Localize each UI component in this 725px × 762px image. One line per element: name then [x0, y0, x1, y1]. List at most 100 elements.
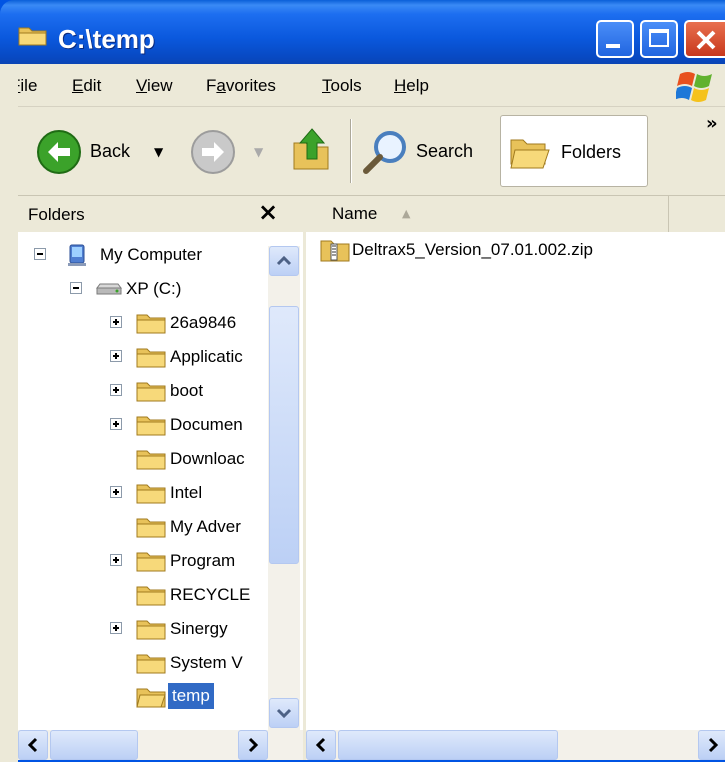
title-bar[interactable]: C:\temp	[0, 0, 725, 64]
forward-dropdown-icon[interactable]: ▼	[254, 145, 263, 159]
folder-icon	[136, 382, 166, 402]
tree-item-folder[interactable]: Program	[18, 546, 278, 576]
tree-item-folder[interactable]: My Adver	[18, 512, 278, 542]
computer-icon	[68, 244, 86, 266]
close-button[interactable]	[684, 20, 725, 58]
scroll-left-button[interactable]	[306, 730, 336, 760]
back-label: Back	[90, 141, 131, 161]
expand-icon[interactable]	[110, 418, 122, 430]
zip-icon	[320, 240, 350, 262]
maximize-button[interactable]	[640, 20, 678, 58]
chevron-up-icon	[276, 255, 292, 266]
folder-tree-horizontal-scrollbar[interactable]	[18, 730, 303, 760]
scroll-up-button[interactable]	[269, 246, 299, 276]
menu-favorites[interactable]: Favorites	[206, 76, 276, 96]
tree-item-temp-selected[interactable]: temp	[18, 682, 278, 712]
back-button[interactable]: Back ▼	[10, 121, 180, 181]
folder-icon	[136, 450, 166, 470]
menu-view[interactable]: View	[136, 76, 173, 96]
folder-icon	[136, 518, 166, 538]
tree-item-label: RECYCLE	[170, 585, 251, 604]
tree-item-label: Program	[170, 551, 236, 570]
toolbar-overflow-button[interactable]: »	[706, 113, 718, 134]
search-icon	[363, 131, 406, 174]
tree-item-folder[interactable]: Applicatic	[18, 342, 278, 372]
close-pane-button[interactable]: ×	[258, 198, 278, 226]
forward-button[interactable]: ▼	[188, 121, 270, 181]
minimize-button[interactable]	[596, 20, 634, 58]
expand-icon[interactable]	[110, 554, 122, 566]
scroll-thumb[interactable]	[338, 730, 558, 760]
tree-item-label: Applicatic	[170, 347, 243, 366]
tree-item-folder[interactable]: System V	[18, 648, 278, 678]
tree-item-drive-c[interactable]: XP (C:)	[18, 274, 278, 304]
folders-pane-title: Folders	[28, 205, 85, 224]
menu-help[interactable]: Help	[394, 76, 429, 96]
search-button[interactable]: Search	[360, 121, 490, 181]
folder-icon	[136, 314, 166, 334]
column-header-name[interactable]: Name ▲	[306, 196, 669, 232]
file-list: Deltrax5_Version_07.01.002.zip	[306, 232, 725, 730]
scroll-thumb[interactable]	[269, 306, 299, 564]
file-list-horizontal-scrollbar[interactable]	[306, 730, 725, 760]
tree-item-label: Documen	[170, 415, 243, 434]
toolbar: Back ▼ ▼ Search Folders »	[0, 107, 725, 196]
folder-icon	[136, 620, 166, 640]
chevron-left-icon	[315, 737, 326, 753]
tree-item-label: System V	[170, 653, 243, 672]
expand-icon[interactable]	[110, 384, 122, 396]
close-icon	[696, 30, 716, 50]
chevron-left-icon	[27, 737, 38, 753]
forward-arrow-icon	[191, 130, 235, 174]
folder-icon	[136, 586, 166, 606]
windows-logo-icon	[676, 72, 712, 102]
back-dropdown-icon[interactable]: ▼	[154, 145, 163, 159]
tree-item-label: XP (C:)	[126, 279, 182, 298]
scroll-right-button[interactable]	[698, 730, 725, 760]
file-item[interactable]: Deltrax5_Version_07.01.002.zip	[314, 236, 674, 266]
scroll-left-button[interactable]	[18, 730, 48, 760]
tree-item-label: My Adver	[170, 517, 241, 536]
folder-icon	[136, 416, 166, 436]
folder-tree-vertical-scrollbar[interactable]	[268, 246, 300, 730]
up-button[interactable]	[288, 119, 338, 179]
file-name: Deltrax5_Version_07.01.002.zip	[352, 240, 593, 259]
expand-icon[interactable]	[110, 622, 122, 634]
expand-icon[interactable]	[110, 316, 122, 328]
folder-tree: My Computer XP (C:) 26a9846 Applicatic b…	[18, 232, 303, 730]
folders-pane-header: Folders ×	[18, 196, 303, 233]
toolbar-separator	[350, 119, 352, 183]
scroll-right-button[interactable]	[238, 730, 268, 760]
expand-icon[interactable]	[110, 486, 122, 498]
column-name-label: Name	[332, 204, 378, 223]
tree-item-folder[interactable]: Downloac	[18, 444, 278, 474]
sort-ascending-icon: ▲	[402, 207, 411, 220]
tree-item-folder[interactable]: Intel	[18, 478, 278, 508]
folders-button[interactable]: Folders	[500, 115, 648, 187]
search-label: Search	[416, 141, 474, 161]
tree-item-folder[interactable]: boot	[18, 376, 278, 406]
tree-item-label: 26a9846	[170, 313, 237, 332]
window-frame-left	[0, 64, 18, 762]
tree-item-folder[interactable]: 26a9846	[18, 308, 278, 338]
menu-bar: File Edit View Favorites Tools Help	[0, 64, 725, 107]
tree-item-label: Downloac	[170, 449, 245, 468]
menu-tools[interactable]: Tools	[322, 76, 362, 96]
tree-item-folder[interactable]: Documen	[18, 410, 278, 440]
tree-item-label: My Computer	[100, 245, 203, 264]
scroll-thumb[interactable]	[50, 730, 138, 760]
tree-item-folder[interactable]: RECYCLE	[18, 580, 278, 610]
expand-icon[interactable]	[110, 350, 122, 362]
back-arrow-icon	[37, 130, 81, 174]
folder-icon	[136, 654, 166, 674]
tree-item-folder[interactable]: Sinergy	[18, 614, 278, 644]
menu-edit[interactable]: Edit	[72, 76, 101, 96]
collapse-icon[interactable]	[70, 282, 82, 294]
collapse-icon[interactable]	[34, 248, 46, 260]
maximize-icon	[649, 29, 669, 47]
scroll-down-button[interactable]	[269, 698, 299, 728]
tree-item-my-computer[interactable]: My Computer	[18, 240, 278, 270]
explorer-window: C:\temp File Edit View Favorites Tools H…	[0, 0, 725, 762]
folder-icon	[136, 348, 166, 368]
chevron-down-icon	[276, 708, 292, 719]
